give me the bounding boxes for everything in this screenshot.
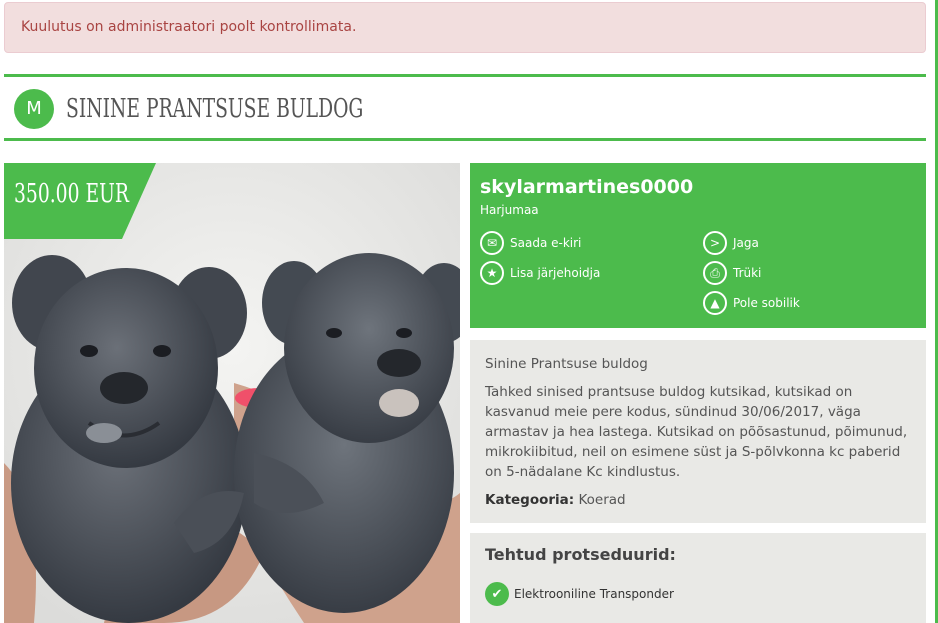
seller-location: Harjumaa — [480, 203, 539, 217]
send-email-label: Saada e-kiri — [510, 236, 582, 250]
procedures-title: Tehtud protseduurid: — [485, 545, 676, 564]
category-value[interactable]: Koerad — [578, 492, 625, 508]
printer-icon: ⎙ — [703, 261, 727, 285]
bookmark-button[interactable]: ★ Lisa järjehoidja — [480, 261, 600, 285]
bookmark-label: Lisa järjehoidja — [510, 266, 601, 280]
print-button[interactable]: ⎙ Trüki — [703, 261, 761, 285]
seller-name[interactable]: skylarmartines0000 — [480, 175, 916, 199]
procedure-label: Elektrooniline Transponder — [514, 587, 674, 601]
send-email-button[interactable]: ✉ Saada e-kiri — [480, 231, 581, 255]
share-icon: > — [703, 231, 727, 255]
procedures-panel: Tehtud protseduurid: ✔ Elektrooniline Tr… — [470, 533, 926, 623]
seller-panel: skylarmartines0000 Harjumaa ✉ Saada e-ki… — [470, 163, 926, 328]
category-label: Kategooria: — [485, 492, 575, 508]
listing-title: SININE PRANTSUSE BULDOG — [66, 94, 364, 124]
share-label: Jaga — [733, 236, 759, 250]
warning-icon: ▲ — [703, 291, 727, 315]
description-title: Sinine Prantsuse buldog — [485, 356, 648, 372]
report-button[interactable]: ▲ Pole sobilik — [703, 291, 800, 315]
listing-photo[interactable]: 350.00 EUR — [4, 163, 460, 623]
share-button[interactable]: > Jaga — [703, 231, 759, 255]
procedure-item: ✔ Elektrooniline Transponder — [485, 582, 911, 606]
report-label: Pole sobilik — [733, 296, 800, 310]
description-panel: Sinine Prantsuse buldog Tahked sinised p… — [470, 340, 926, 523]
listing-header: M SININE PRANTSUSE BULDOG — [4, 74, 926, 141]
price: 350.00 EUR — [14, 179, 129, 209]
description-text: Tahked sinised prantsuse buldog kutsikad… — [485, 384, 908, 480]
star-icon: ★ — [480, 261, 504, 285]
alert-text: Kuulutus on administraatori poolt kontro… — [21, 19, 357, 35]
moderation-alert: Kuulutus on administraatori poolt kontro… — [4, 2, 926, 53]
print-label: Trüki — [733, 266, 762, 280]
check-icon: ✔ — [485, 582, 509, 606]
envelope-icon: ✉ — [480, 231, 504, 255]
category-row: Kategooria: Koerad — [485, 490, 911, 510]
category-badge: M — [14, 89, 54, 129]
